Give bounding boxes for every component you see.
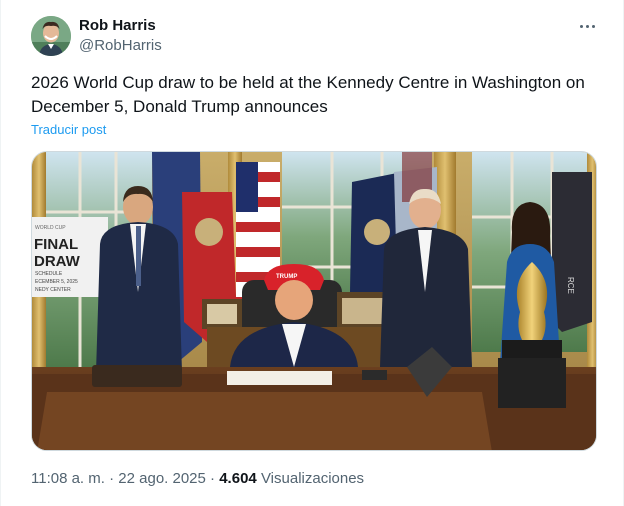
tweet-metadata: 11:08 a. m. · 22 ago. 2025 · 4.604 Visua… [31,470,364,487]
oval-office-photo: WORLD CUP FINAL DRAW SCHEDULE ECEMBER 5,… [32,152,596,450]
translate-post-link[interactable]: Traducir post [31,122,106,137]
views-label: Visualizaciones [260,470,365,487]
tweet-card: Rob Harris @RobHarris 2026 World Cup dra… [0,0,624,506]
author-name[interactable]: Rob Harris [79,16,162,36]
author-info: Rob Harris @RobHarris [79,16,162,56]
avatar[interactable] [31,16,71,56]
avatar-image [31,16,71,56]
tweet-text: 2026 World Cup draw to be held at the Ke… [31,73,585,116]
sign-line-2: ECEMBER 5, 2025 [35,279,78,285]
sign-title-2: DRAW [34,253,81,270]
views-count: 4.604 [219,470,257,487]
author-handle[interactable]: @RobHarris [79,36,162,56]
meta-separator: · [210,470,216,487]
tweet-time[interactable]: 11:08 a. m. [31,470,105,487]
more-options-icon[interactable] [573,16,601,36]
sign-title-1: FINAL [34,236,78,253]
tweet-media-image[interactable]: WORLD CUP FINAL DRAW SCHEDULE ECEMBER 5,… [31,151,597,451]
hat-text: TRUMP [276,274,297,280]
sign-top-text: WORLD CUP [35,225,66,231]
sign-line-3: NEDY CENTER [35,287,71,293]
meta-separator: · [109,470,115,487]
tweet-date[interactable]: 22 ago. 2025 [118,470,206,487]
sign-line-1: SCHEDULE [35,271,63,277]
side-text: RCE [566,277,575,294]
